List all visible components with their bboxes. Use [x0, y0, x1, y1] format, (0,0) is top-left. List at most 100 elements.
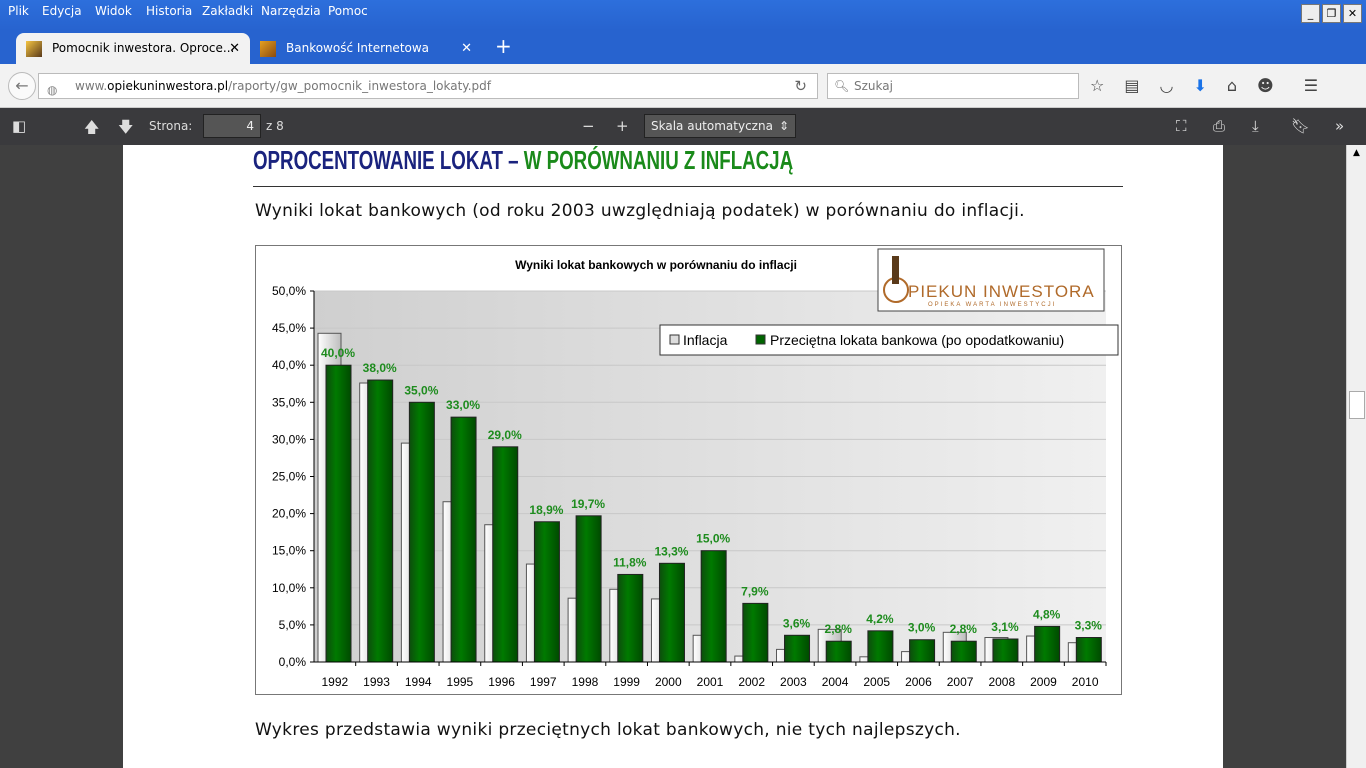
bar-deposit	[1034, 625, 1061, 663]
y-tick-label: 50,0%	[272, 284, 306, 298]
x-tick-label: 1992	[321, 675, 348, 689]
y-tick-label: 45,0%	[272, 321, 306, 335]
x-tick-label: 2010	[1072, 675, 1099, 689]
menu-zakladki[interactable]: Zakładki	[202, 4, 253, 18]
reload-icon[interactable]: ↻	[794, 74, 807, 98]
x-tick-label: 1996	[488, 675, 515, 689]
bar-deposit	[742, 602, 769, 663]
data-label: 3,1%	[991, 620, 1019, 634]
next-page-icon[interactable]: 🡇	[118, 117, 133, 142]
home-icon[interactable]: ⌂	[1227, 76, 1237, 95]
restore-button[interactable]: ❐	[1322, 4, 1341, 23]
heading-rule	[253, 186, 1123, 187]
downloads-icon[interactable]: ⬇	[1193, 76, 1206, 95]
previous-page-icon[interactable]: 🡅	[84, 117, 99, 142]
bookmark-icon[interactable]: 🔖︎	[1291, 117, 1310, 135]
scrollbar-thumb[interactable]	[1349, 391, 1365, 419]
print-icon[interactable]: ⎙	[1213, 117, 1225, 135]
x-tick-label: 2000	[655, 675, 682, 689]
pocket-icon[interactable]: ◡	[1159, 76, 1173, 95]
y-tick-label: 15,0%	[272, 544, 306, 558]
y-tick-label: 30,0%	[272, 432, 306, 446]
navigation-bar: ← ◍ www.opiekuninwestora.pl/raporty/gw_p…	[0, 64, 1366, 108]
tools-icon[interactable]: »	[1335, 117, 1344, 135]
page-number-input[interactable]: 4	[203, 114, 261, 138]
data-label: 11,8%	[613, 555, 647, 569]
data-label: 4,2%	[866, 612, 894, 626]
x-tick-label: 2007	[947, 675, 974, 689]
smiley-icon[interactable]: ☻	[1257, 76, 1274, 95]
legend-swatch-inflation	[669, 334, 680, 345]
bar-deposit	[658, 562, 685, 663]
data-label: 3,0%	[908, 621, 936, 635]
zoom-in-icon[interactable]: +	[616, 117, 629, 135]
bar-deposit	[408, 401, 435, 663]
y-tick-label: 35,0%	[272, 395, 306, 409]
download-icon[interactable]: ⤓	[1252, 117, 1259, 135]
bar-deposit	[325, 364, 352, 663]
heading-part-a: OPROCENTOWANIE LOKAT –	[253, 145, 524, 175]
legend-label-deposit: Przeciętna lokata bankowa (po opodatkowa…	[770, 332, 1064, 348]
x-tick-label: 1998	[572, 675, 599, 689]
url-bar[interactable]: ◍ www.opiekuninwestora.pl/raporty/gw_pom…	[38, 73, 818, 99]
sidebar-toggle-icon[interactable]: ◧	[12, 117, 26, 135]
close-window-button[interactable]: ✕	[1343, 4, 1362, 23]
new-tab-button[interactable]: +	[495, 34, 512, 58]
data-label: 4,8%	[1033, 607, 1061, 621]
globe-icon: ◍	[47, 83, 58, 97]
data-label: 18,9%	[529, 503, 563, 517]
data-label: 2,8%	[825, 622, 853, 636]
logo: PIEKUN INWESTORA OPIEKA WARTA INWESTYCJI	[877, 248, 1105, 312]
legend-swatch-deposit	[755, 334, 766, 345]
menu-plik[interactable]: Plik	[8, 4, 29, 18]
page-heading: OPROCENTOWANIE LOKAT – W PORÓWNANIU Z IN…	[253, 145, 793, 176]
menu-pomoc[interactable]: Pomoc	[328, 4, 368, 18]
tab-bankowosc[interactable]: Bankowość Internetowa ✕	[250, 33, 482, 64]
data-label: 29,0%	[488, 428, 522, 442]
data-label: 3,3%	[1075, 619, 1103, 633]
x-tick-label: 2003	[780, 675, 807, 689]
chart: 40,0% 38,0% 35,0% 33,0% 29,0% 18,9% 19,7% 11,8%…	[255, 245, 1122, 695]
data-label: 40,0%	[321, 346, 355, 360]
menu-historia[interactable]: Historia	[146, 4, 192, 18]
data-label: 19,7%	[571, 497, 605, 511]
bar-deposit	[700, 550, 727, 663]
page-count: z 8	[266, 119, 284, 133]
data-label: 38,0%	[363, 361, 397, 375]
bar-deposit	[825, 640, 852, 663]
close-tab-icon[interactable]: ✕	[461, 33, 472, 64]
tab-label: Pomocnik inwestora. Oproce...	[52, 41, 235, 55]
favicon-icon	[260, 41, 276, 57]
y-tick-label: 5,0%	[279, 618, 307, 632]
x-tick-label: 1994	[405, 675, 432, 689]
x-tick-label: 1997	[530, 675, 557, 689]
bookmark-star-icon[interactable]: ☆	[1090, 76, 1104, 95]
fullscreen-icon[interactable]: ⛶	[1176, 117, 1187, 135]
zoom-out-icon[interactable]: −	[582, 117, 595, 135]
data-label: 13,3%	[654, 544, 688, 558]
menu-widok[interactable]: Widok	[95, 4, 132, 18]
bar-deposit	[617, 573, 644, 663]
data-label: 15,0%	[696, 532, 730, 546]
scroll-up-icon[interactable]: ▲	[1347, 148, 1366, 158]
search-input[interactable]: 🔍︎ Szukaj	[827, 73, 1079, 99]
data-label: 35,0%	[404, 383, 438, 397]
tab-pomocnik[interactable]: Pomocnik inwestora. Oproce... ✕	[16, 33, 250, 64]
back-button[interactable]: ←	[8, 72, 36, 100]
menu-narzedzia[interactable]: Narzędzia	[261, 4, 321, 18]
bar-deposit	[575, 515, 602, 663]
vertical-scrollbar[interactable]: ▲	[1346, 145, 1366, 768]
x-tick-label: 1993	[363, 675, 390, 689]
bar-deposit	[909, 639, 936, 663]
menu-edycja[interactable]: Edycja	[42, 4, 82, 18]
reading-list-icon[interactable]: ▤	[1124, 76, 1139, 95]
bar-deposit	[450, 416, 477, 663]
scale-select[interactable]: Skala automatyczna ⇕	[644, 114, 796, 138]
data-label: 2,8%	[950, 622, 978, 636]
legend: Inflacja Przeciętna lokata bankowa (po o…	[659, 324, 1119, 356]
close-tab-icon[interactable]: ✕	[229, 33, 240, 64]
scale-value: Skala automatyczna	[651, 119, 773, 133]
hamburger-menu-icon[interactable]: ☰	[1304, 76, 1318, 95]
minimize-button[interactable]: _	[1301, 4, 1320, 23]
url-path: /raporty/gw_pomocnik_inwestora_lokaty.pd…	[228, 79, 491, 93]
